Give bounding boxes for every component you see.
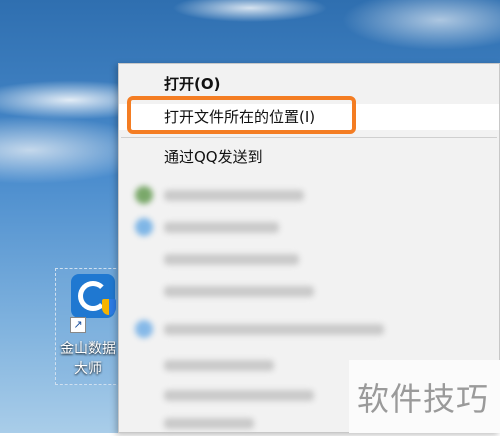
shield-icon (102, 299, 116, 315)
menu-item-send-via-qq[interactable]: 通过QQ发送到 (119, 144, 499, 170)
desktop-icon-label: 金山数据大师 (60, 341, 116, 377)
watermark-text: 软件技巧 (357, 380, 490, 418)
menu-item-open[interactable]: 打开(O) (119, 71, 499, 97)
watermark: 软件技巧 (349, 360, 500, 433)
menu-item-blurred[interactable] (119, 182, 499, 208)
menu-item-blurred[interactable] (119, 278, 499, 304)
menu-item-blurred[interactable] (119, 246, 499, 272)
desktop-shortcut-kingsoft[interactable]: ↗ 金山数据大师 (55, 268, 121, 385)
highlight-box (127, 96, 356, 134)
shortcut-arrow-icon: ↗ (70, 317, 86, 333)
menu-item-blurred[interactable] (119, 316, 499, 342)
menu-item-blurred[interactable] (119, 214, 499, 240)
menu-separator (121, 137, 497, 138)
